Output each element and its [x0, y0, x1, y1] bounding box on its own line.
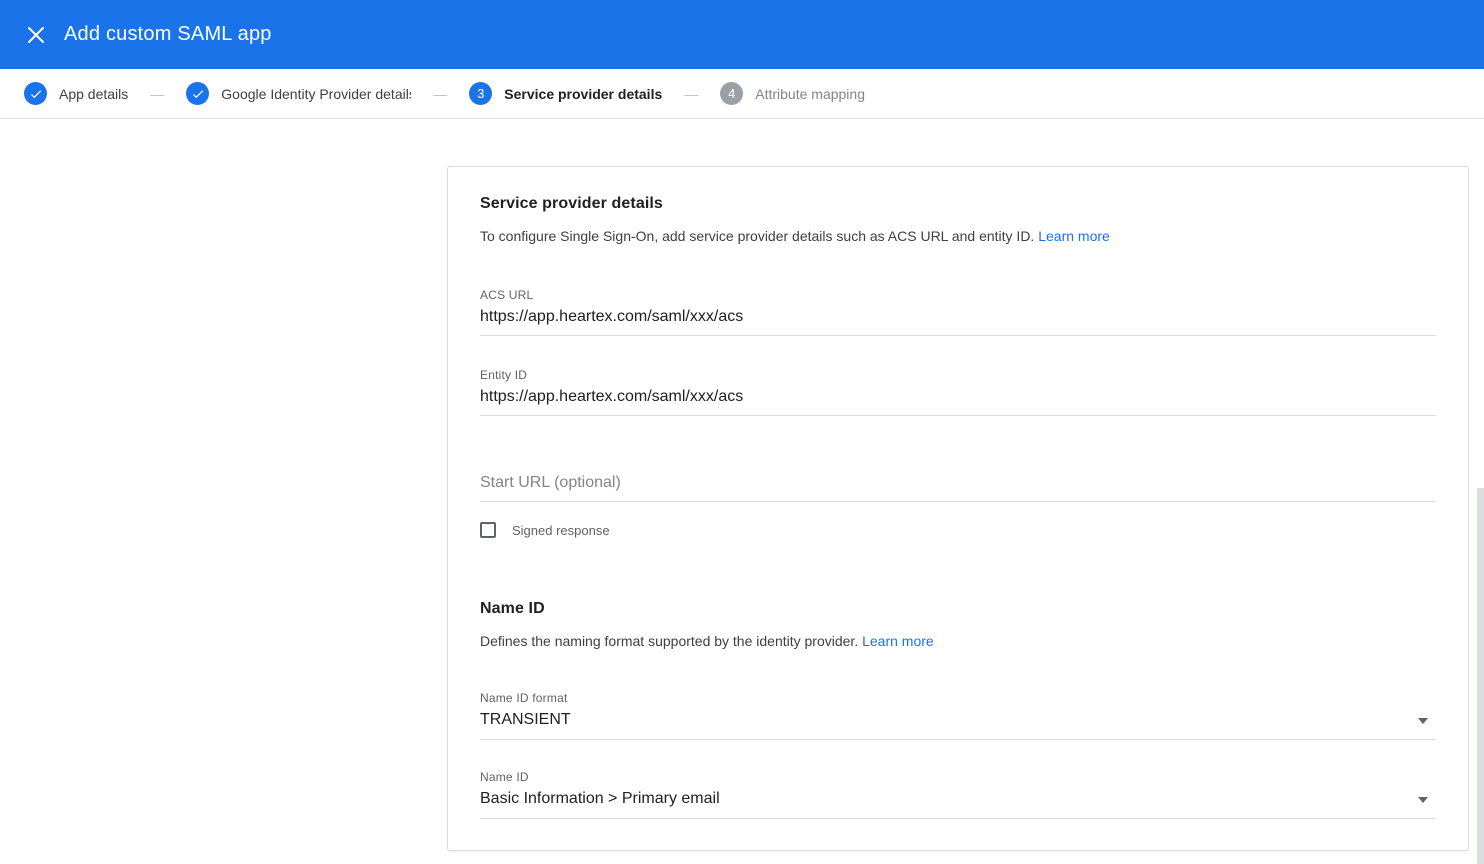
acs-url-field: ACS URL	[480, 288, 1436, 336]
step-service-provider-details[interactable]: 3 Service provider details	[469, 82, 662, 105]
step-app-details[interactable]: App details	[24, 82, 128, 105]
scrollbar-thumb[interactable]	[1477, 488, 1484, 864]
step-separator: —	[433, 86, 447, 102]
stepper: App details — Google Identity Provider d…	[0, 69, 1484, 119]
start-url-input[interactable]	[480, 468, 1436, 502]
name-id-format-field: Name ID format TRANSIENT	[480, 691, 1436, 740]
chevron-down-icon	[1418, 718, 1428, 724]
entity-id-input[interactable]	[480, 382, 1436, 416]
step-label: App details	[59, 86, 128, 102]
check-icon	[24, 82, 47, 105]
signed-response-row: Signed response	[480, 522, 1436, 538]
card-description-text: To configure Single Sign-On, add service…	[480, 228, 1034, 244]
step-separator: —	[150, 86, 164, 102]
service-provider-details-card: Service provider details To configure Si…	[447, 166, 1469, 851]
step-number-badge: 4	[720, 82, 743, 105]
entity-id-field: Entity ID	[480, 368, 1436, 416]
step-attribute-mapping[interactable]: 4 Attribute mapping	[720, 82, 865, 105]
chevron-down-icon	[1418, 797, 1428, 803]
check-icon	[186, 82, 209, 105]
card-description: To configure Single Sign-On, add service…	[480, 226, 1436, 246]
signed-response-label: Signed response	[512, 523, 610, 538]
start-url-field	[480, 468, 1436, 502]
acs-url-label: ACS URL	[480, 288, 1436, 302]
learn-more-link[interactable]: Learn more	[1038, 228, 1110, 244]
name-id-format-label: Name ID format	[480, 691, 1436, 705]
step-label: Service provider details	[504, 86, 662, 102]
name-id-select[interactable]: Basic Information > Primary email	[480, 784, 1436, 819]
name-id-description-text: Defines the naming format supported by t…	[480, 633, 858, 649]
name-id-label: Name ID	[480, 770, 1436, 784]
close-icon[interactable]	[22, 21, 50, 49]
step-separator: —	[684, 86, 698, 102]
dialog-title: Add custom SAML app	[64, 23, 272, 46]
dialog-header: Add custom SAML app	[0, 0, 1484, 69]
name-id-format-select[interactable]: TRANSIENT	[480, 705, 1436, 740]
name-id-description: Defines the naming format supported by t…	[480, 631, 1436, 651]
name-id-field: Name ID Basic Information > Primary emai…	[480, 770, 1436, 819]
card-title: Service provider details	[480, 195, 1436, 213]
name-id-section-title: Name ID	[480, 600, 1436, 618]
entity-id-label: Entity ID	[480, 368, 1436, 382]
step-label: Google Identity Provider details	[221, 86, 411, 102]
learn-more-link[interactable]: Learn more	[862, 633, 934, 649]
name-id-format-value: TRANSIENT	[480, 711, 571, 728]
name-id-value: Basic Information > Primary email	[480, 790, 720, 807]
signed-response-checkbox[interactable]	[480, 522, 496, 538]
acs-url-input[interactable]	[480, 302, 1436, 336]
step-google-idp-details[interactable]: Google Identity Provider details	[186, 82, 411, 105]
step-label: Attribute mapping	[755, 86, 865, 102]
step-number-badge: 3	[469, 82, 492, 105]
